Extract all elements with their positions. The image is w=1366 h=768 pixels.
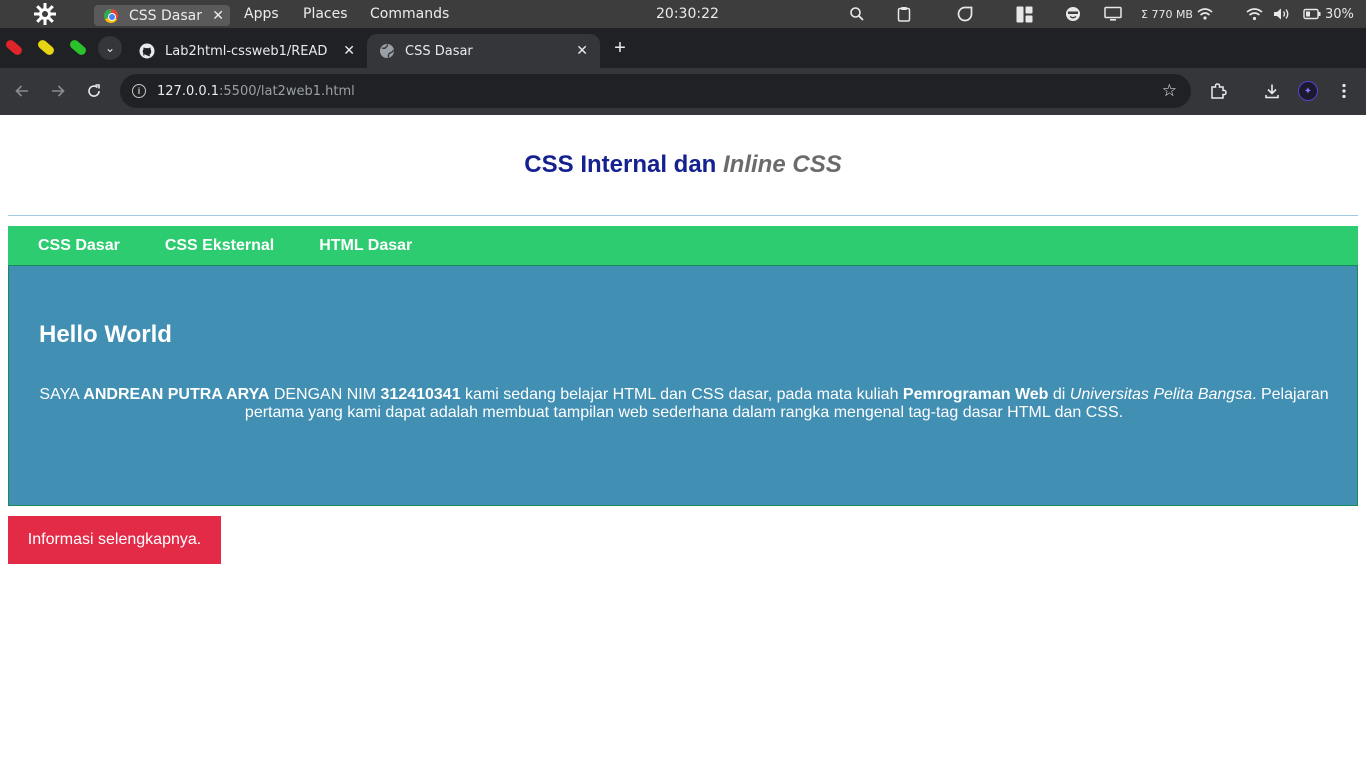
url-path: :5500/lat2web1.html: [219, 83, 355, 99]
close-tab-icon[interactable]: ✕: [576, 43, 588, 59]
browser-tab-strip: ⌄ Lab2html-cssweb1/READ ✕ CSS Dasar ✕ +: [0, 28, 1366, 68]
tab-title: Lab2html-cssweb1/READ: [165, 43, 328, 59]
tab-search-chevron-icon[interactable]: ⌄: [98, 36, 122, 60]
url-host: 127.0.0.1: [157, 83, 220, 99]
extension-icons: [4, 38, 88, 58]
student-name: ANDREAN PUTRA ARYA: [83, 386, 270, 403]
page-title: CSS Internal dan Inline CSS: [524, 151, 841, 179]
nav-link-html-dasar[interactable]: HTML Dasar: [319, 237, 412, 255]
extension-yellow-icon[interactable]: [36, 38, 56, 58]
university-name: Universitas Pelita Bangsa: [1069, 386, 1253, 403]
taskbar-window-chip[interactable]: CSS Dasar ✕: [94, 5, 230, 26]
os-logo-icon[interactable]: [30, 0, 60, 28]
close-tab-icon[interactable]: ✕: [343, 43, 355, 59]
nav-link-css-dasar[interactable]: CSS Dasar: [38, 237, 120, 255]
course-name: Pemrograman Web: [902, 386, 1049, 403]
chrome-icon: [104, 8, 118, 23]
extension-green-icon[interactable]: [68, 38, 88, 58]
search-icon[interactable]: [849, 0, 865, 28]
taskbar-window-label: CSS Dasar: [129, 7, 202, 24]
hero-text-part: di: [1048, 386, 1070, 403]
layout-icon[interactable]: [1016, 0, 1033, 28]
profile-avatar-icon[interactable]: ✦: [1296, 79, 1320, 103]
hero-text-part: SAYA: [39, 386, 84, 403]
tab-github-readme[interactable]: Lab2html-cssweb1/READ ✕: [127, 34, 367, 68]
back-arrow-icon[interactable]: [10, 79, 34, 103]
browser-toolbar: i 127.0.0.1:5500/lat2web1.html ☆ ✦: [0, 68, 1366, 115]
download-icon[interactable]: [1260, 79, 1284, 103]
wifi-icon[interactable]: [1246, 0, 1263, 28]
nav-link-css-eksternal[interactable]: CSS Eksternal: [165, 237, 274, 255]
forward-arrow-icon[interactable]: [46, 79, 70, 103]
new-tab-plus-icon[interactable]: +: [608, 36, 632, 60]
github-icon: [139, 43, 155, 59]
volume-icon[interactable]: [1273, 0, 1291, 28]
system-top-bar: CSS Dasar ✕ Apps Places Commands 20:30:2…: [0, 0, 1366, 28]
hero-section: Hello World SAYA ANDREAN PUTRA ARYA DENG…: [8, 265, 1358, 506]
memory-indicator[interactable]: Σ 770 MB: [1141, 0, 1193, 28]
kebab-menu-icon[interactable]: [1332, 79, 1356, 103]
address-bar[interactable]: i 127.0.0.1:5500/lat2web1.html ☆: [120, 74, 1191, 108]
reload-icon[interactable]: [82, 79, 106, 103]
page-title-emphasis: Inline CSS: [723, 151, 842, 178]
close-icon[interactable]: ✕: [212, 8, 224, 24]
circle-icon[interactable]: [957, 0, 973, 28]
bookmark-star-icon[interactable]: ☆: [1162, 81, 1177, 101]
hero-text-part: kami sedang belajar HTML dan CSS dasar, …: [460, 386, 903, 403]
menu-apps[interactable]: Apps: [244, 0, 279, 28]
extensions-puzzle-icon[interactable]: [1206, 79, 1230, 103]
hero-text-part: DENGAN NIM: [269, 386, 381, 403]
site-info-icon[interactable]: i: [132, 84, 146, 98]
site-header: CSS Internal dan Inline CSS: [8, 115, 1358, 216]
address-url[interactable]: 127.0.0.1:5500/lat2web1.html: [157, 84, 355, 99]
menu-commands[interactable]: Commands: [370, 0, 449, 28]
student-nim: 312410341: [380, 386, 461, 403]
tab-css-dasar[interactable]: CSS Dasar ✕: [367, 34, 600, 68]
wifi-small-icon: [1197, 0, 1213, 28]
hero-title: Hello World: [39, 321, 172, 348]
extension-red-icon[interactable]: [4, 38, 24, 58]
battery-icon[interactable]: [1303, 0, 1321, 28]
avatar: ✦: [1298, 81, 1318, 101]
site-nav: CSS Dasar CSS Eksternal HTML Dasar: [8, 226, 1358, 265]
menu-places[interactable]: Places: [303, 0, 348, 28]
monitor-icon[interactable]: [1104, 0, 1122, 28]
tab-title: CSS Dasar: [405, 43, 473, 59]
page-title-main: CSS Internal dan: [524, 151, 717, 178]
web-page: CSS Internal dan Inline CSS CSS Dasar CS…: [0, 115, 1366, 768]
clipboard-icon[interactable]: [897, 0, 911, 28]
battery-percent[interactable]: 30%: [1325, 0, 1354, 28]
hero-paragraph: SAYA ANDREAN PUTRA ARYA DENGAN NIM 31241…: [37, 386, 1331, 422]
face-icon[interactable]: [1065, 0, 1081, 28]
globe-icon: [379, 43, 395, 59]
clock[interactable]: 20:30:22: [656, 0, 719, 28]
more-info-button[interactable]: Informasi selengkapnya.: [8, 516, 221, 564]
